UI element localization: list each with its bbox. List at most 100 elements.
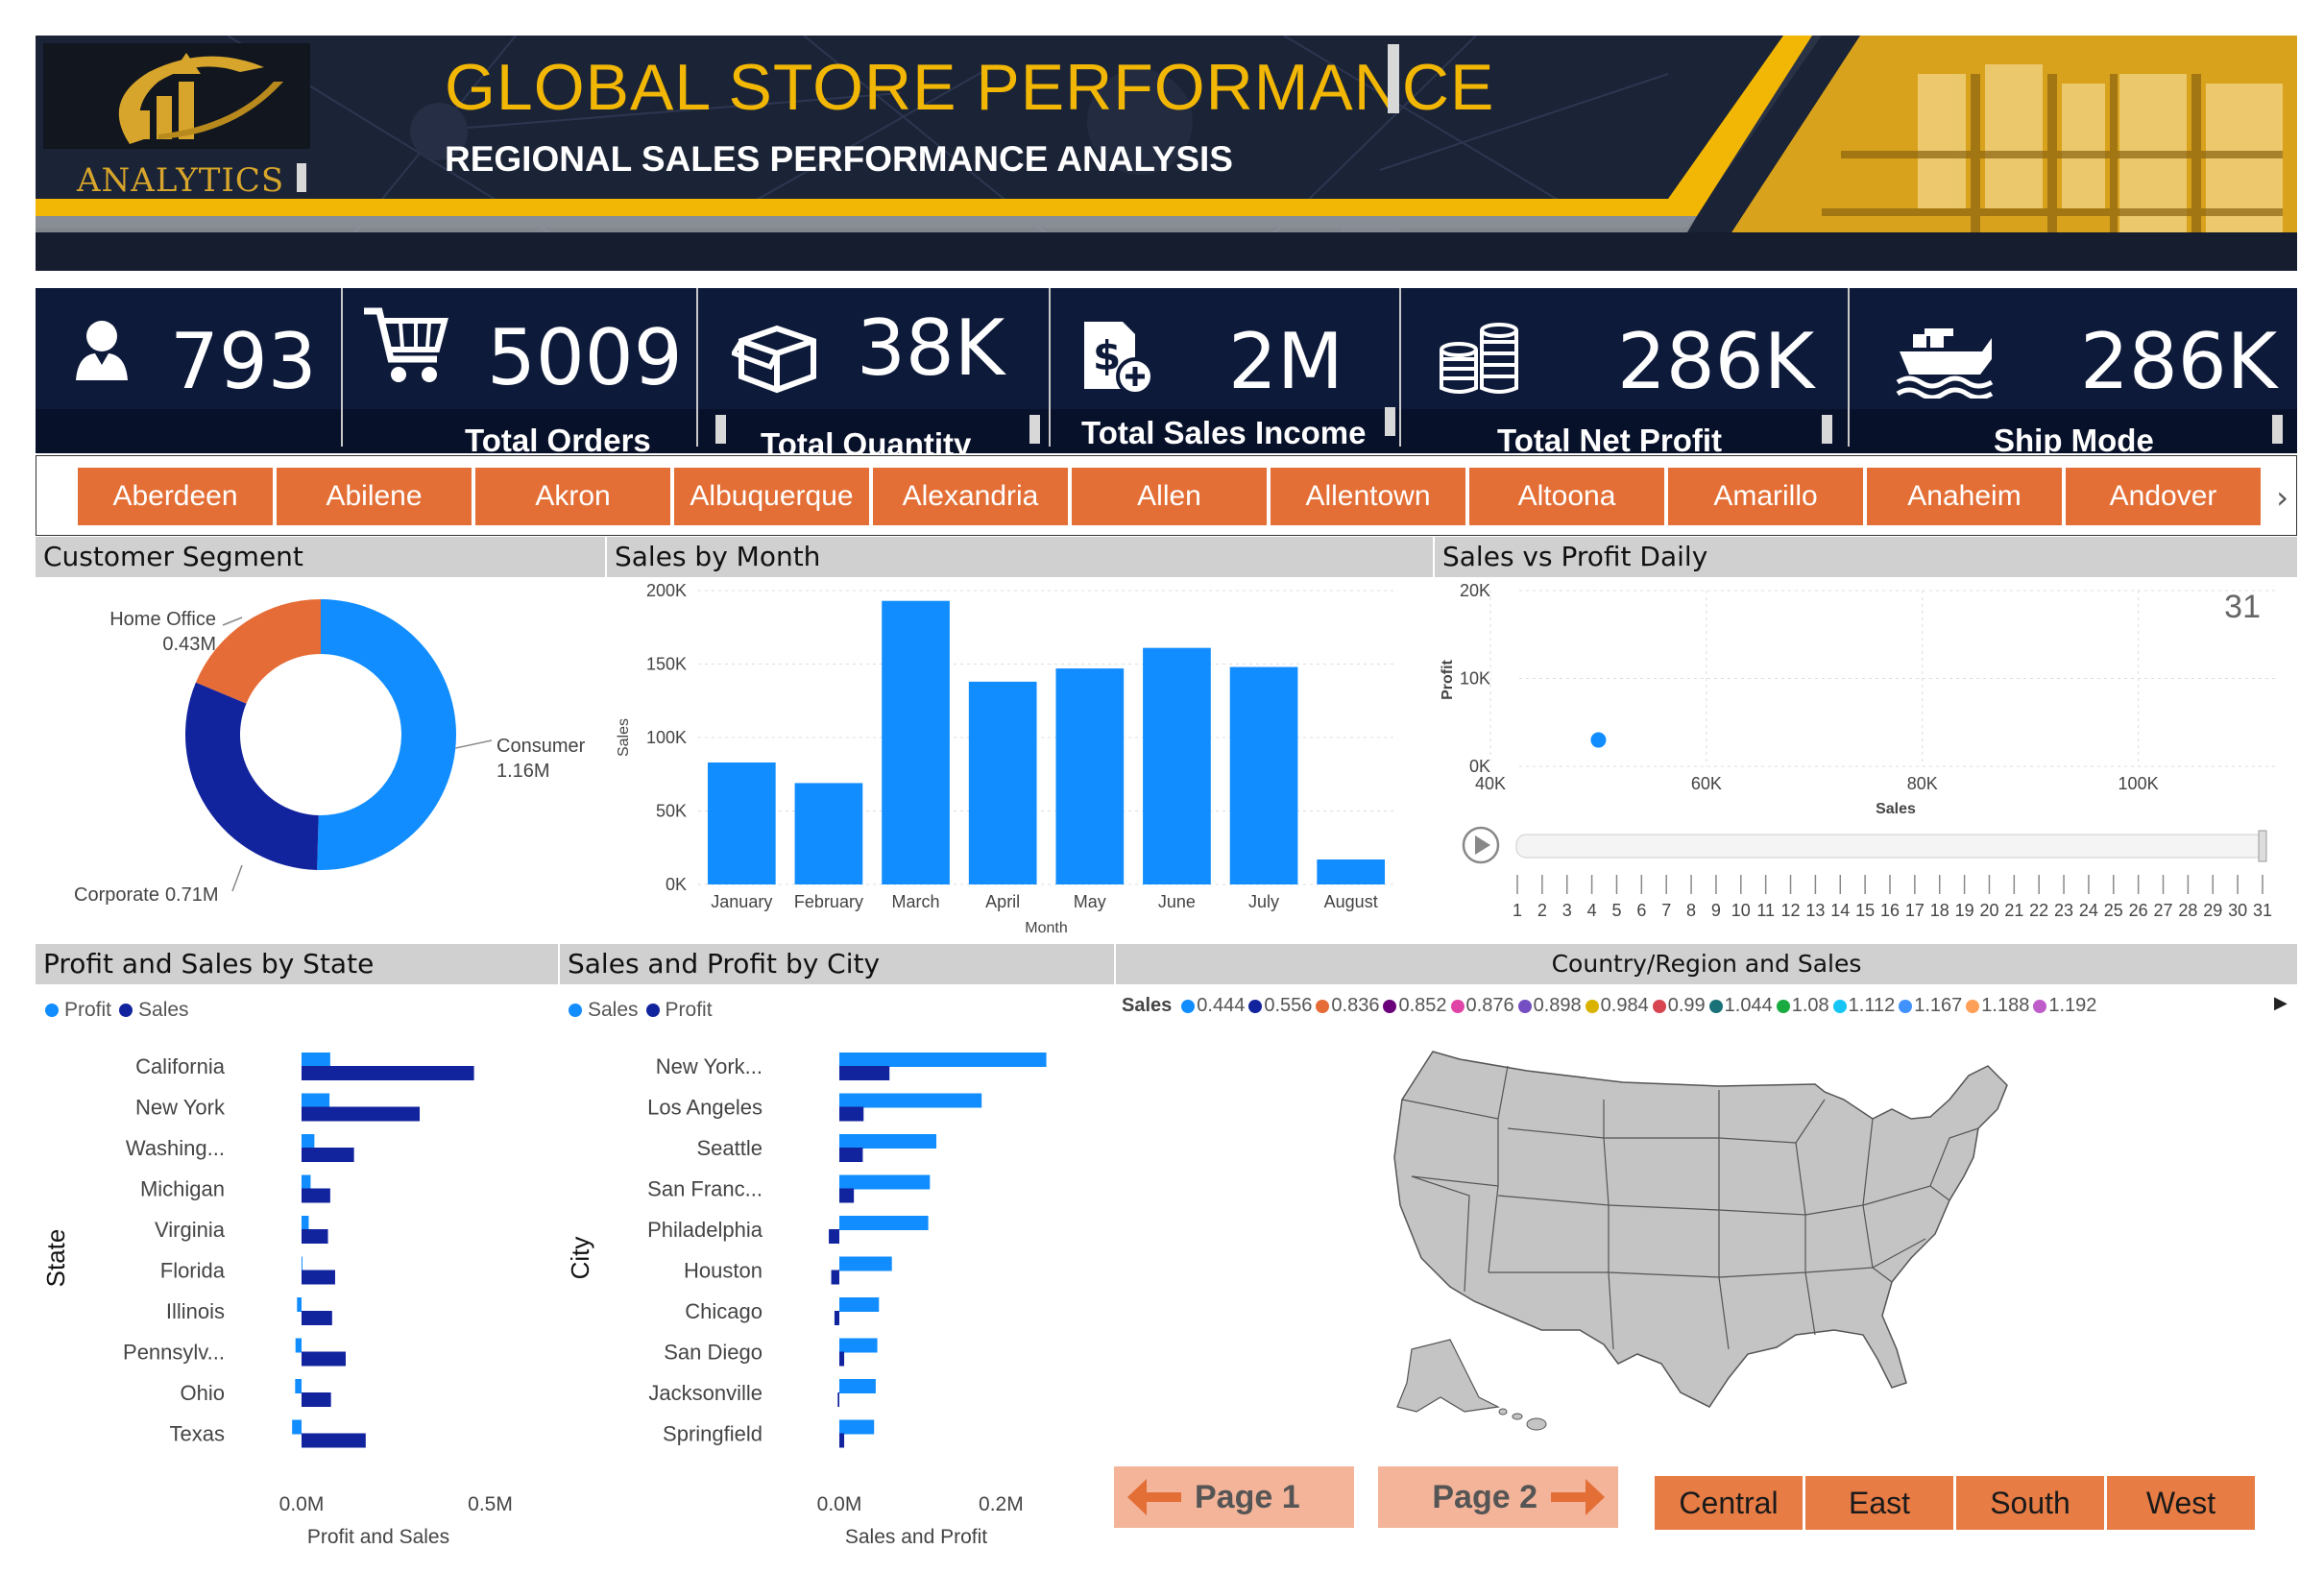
city-option[interactable]: Allen xyxy=(1072,468,1267,525)
bar-profit[interactable] xyxy=(297,1297,302,1312)
city-option[interactable]: Abilene xyxy=(277,468,472,525)
play-axis-label[interactable]: 20 xyxy=(1979,901,1998,920)
bar-sales[interactable] xyxy=(839,1379,876,1393)
play-axis-label[interactable]: 10 xyxy=(1731,901,1751,920)
play-axis-label[interactable]: 8 xyxy=(1686,901,1696,920)
bar-profit[interactable] xyxy=(839,1066,890,1080)
play-axis-label[interactable]: 17 xyxy=(1905,901,1925,920)
bar-sales[interactable] xyxy=(302,1351,346,1367)
bar-profit[interactable] xyxy=(302,1216,309,1230)
bar-profit[interactable] xyxy=(834,1311,839,1325)
play-axis-label[interactable]: 13 xyxy=(1805,901,1825,920)
bar-sales[interactable] xyxy=(839,1338,878,1353)
city-option[interactable]: Amarillo xyxy=(1668,468,1863,525)
play-axis-handle[interactable] xyxy=(2258,830,2267,862)
region-option-central[interactable]: Central xyxy=(1655,1476,1803,1530)
chevron-right-icon[interactable]: › xyxy=(2276,479,2288,516)
donut-slice-corporate[interactable] xyxy=(185,682,319,870)
bar-profit[interactable] xyxy=(839,1106,864,1122)
page1-nav-button[interactable]: Page 1 xyxy=(1114,1466,1354,1528)
bar-profit[interactable] xyxy=(839,1148,863,1162)
bar-profit[interactable] xyxy=(839,1433,845,1448)
page2-nav-button[interactable]: Page 2 xyxy=(1378,1466,1618,1528)
bar-february[interactable] xyxy=(794,783,863,884)
bar-sales[interactable] xyxy=(302,1106,421,1122)
city-option[interactable]: Andover xyxy=(2066,468,2261,525)
play-axis-label[interactable]: 2 xyxy=(1537,901,1547,920)
bar-sales[interactable] xyxy=(839,1216,929,1230)
play-axis-label[interactable]: 24 xyxy=(2079,901,2098,920)
bar-sales[interactable] xyxy=(839,1297,880,1312)
play-axis-label[interactable]: 29 xyxy=(2203,901,2222,920)
play-axis-label[interactable]: 25 xyxy=(2104,901,2123,920)
bar-april[interactable] xyxy=(968,681,1037,884)
bar-august[interactable] xyxy=(1317,859,1386,884)
play-axis-label[interactable]: 9 xyxy=(1711,901,1721,920)
play-axis-label[interactable]: 28 xyxy=(2178,901,2197,920)
play-axis-label[interactable]: 23 xyxy=(2054,901,2073,920)
play-axis-label[interactable]: 16 xyxy=(1880,901,1900,920)
play-axis-label[interactable]: 18 xyxy=(1930,901,1949,920)
play-axis-label[interactable]: 30 xyxy=(2228,901,2247,920)
region-option-south[interactable]: South xyxy=(1956,1476,2104,1530)
bar-sales[interactable] xyxy=(839,1174,931,1190)
bar-sales[interactable] xyxy=(302,1270,335,1285)
bar-sales[interactable] xyxy=(302,1188,330,1203)
bar-sales[interactable] xyxy=(302,1229,328,1244)
bar-profit[interactable] xyxy=(839,1351,845,1367)
play-axis-label[interactable]: 7 xyxy=(1661,901,1671,920)
bar-profit[interactable] xyxy=(302,1093,330,1108)
play-axis-label[interactable]: 5 xyxy=(1611,901,1621,920)
bar-sales[interactable] xyxy=(302,1433,366,1448)
bar-june[interactable] xyxy=(1143,647,1211,884)
play-axis-label[interactable]: 27 xyxy=(2154,901,2173,920)
bar-profit[interactable] xyxy=(829,1229,839,1244)
bar-sales[interactable] xyxy=(302,1311,332,1325)
bar-profit[interactable] xyxy=(302,1256,303,1271)
donut-slice-consumer[interactable] xyxy=(317,599,457,870)
play-axis-track[interactable] xyxy=(1515,834,2266,859)
play-axis-label[interactable]: 11 xyxy=(1756,901,1775,920)
legend-scroll-right-icon[interactable]: ▶ xyxy=(2274,993,2288,1013)
bar-sales[interactable] xyxy=(839,1134,937,1149)
play-axis-label[interactable]: 1 xyxy=(1513,901,1522,920)
city-option[interactable]: Anaheim xyxy=(1867,468,2062,525)
bar-profit[interactable] xyxy=(839,1188,855,1203)
scatter-point[interactable] xyxy=(1590,732,1607,748)
bar-sales[interactable] xyxy=(302,1392,331,1407)
bar-profit[interactable] xyxy=(302,1053,330,1067)
play-axis-label[interactable]: 12 xyxy=(1781,901,1801,920)
bar-july[interactable] xyxy=(1229,666,1298,884)
play-axis-label[interactable]: 6 xyxy=(1636,901,1646,920)
play-axis-label[interactable]: 15 xyxy=(1855,901,1875,920)
play-axis-label[interactable]: 21 xyxy=(2004,901,2023,920)
bar-january[interactable] xyxy=(707,762,776,884)
bar-profit[interactable] xyxy=(292,1419,302,1435)
bar-profit[interactable] xyxy=(302,1134,315,1149)
play-axis-label[interactable]: 14 xyxy=(1830,901,1850,920)
bar-profit[interactable] xyxy=(831,1270,839,1285)
play-axis-label[interactable]: 3 xyxy=(1562,901,1572,920)
city-option[interactable]: Alexandria xyxy=(873,468,1068,525)
bar-sales[interactable] xyxy=(839,1053,1047,1067)
city-option[interactable]: Altoona xyxy=(1469,468,1664,525)
play-axis-label[interactable]: 19 xyxy=(1955,901,1974,920)
bar-sales[interactable] xyxy=(302,1066,474,1080)
play-axis-label[interactable]: 31 xyxy=(2253,901,2272,920)
bar-profit[interactable] xyxy=(295,1338,302,1353)
play-axis-label[interactable]: 22 xyxy=(2029,901,2048,920)
bar-may[interactable] xyxy=(1055,668,1125,884)
bar-profit[interactable] xyxy=(837,1392,839,1407)
bar-sales[interactable] xyxy=(839,1256,892,1271)
bar-profit[interactable] xyxy=(295,1379,302,1393)
bar-sales[interactable] xyxy=(839,1419,875,1435)
play-axis-label[interactable]: 4 xyxy=(1587,901,1597,920)
city-option[interactable]: Albuquerque xyxy=(674,468,869,525)
city-option[interactable]: Allentown xyxy=(1271,468,1465,525)
bar-profit[interactable] xyxy=(302,1174,311,1190)
bar-sales[interactable] xyxy=(302,1148,354,1162)
play-axis-label[interactable]: 26 xyxy=(2129,901,2148,920)
us-sales-map[interactable] xyxy=(1373,1042,2046,1445)
city-option[interactable]: Akron xyxy=(475,468,670,525)
bar-march[interactable] xyxy=(882,600,950,884)
